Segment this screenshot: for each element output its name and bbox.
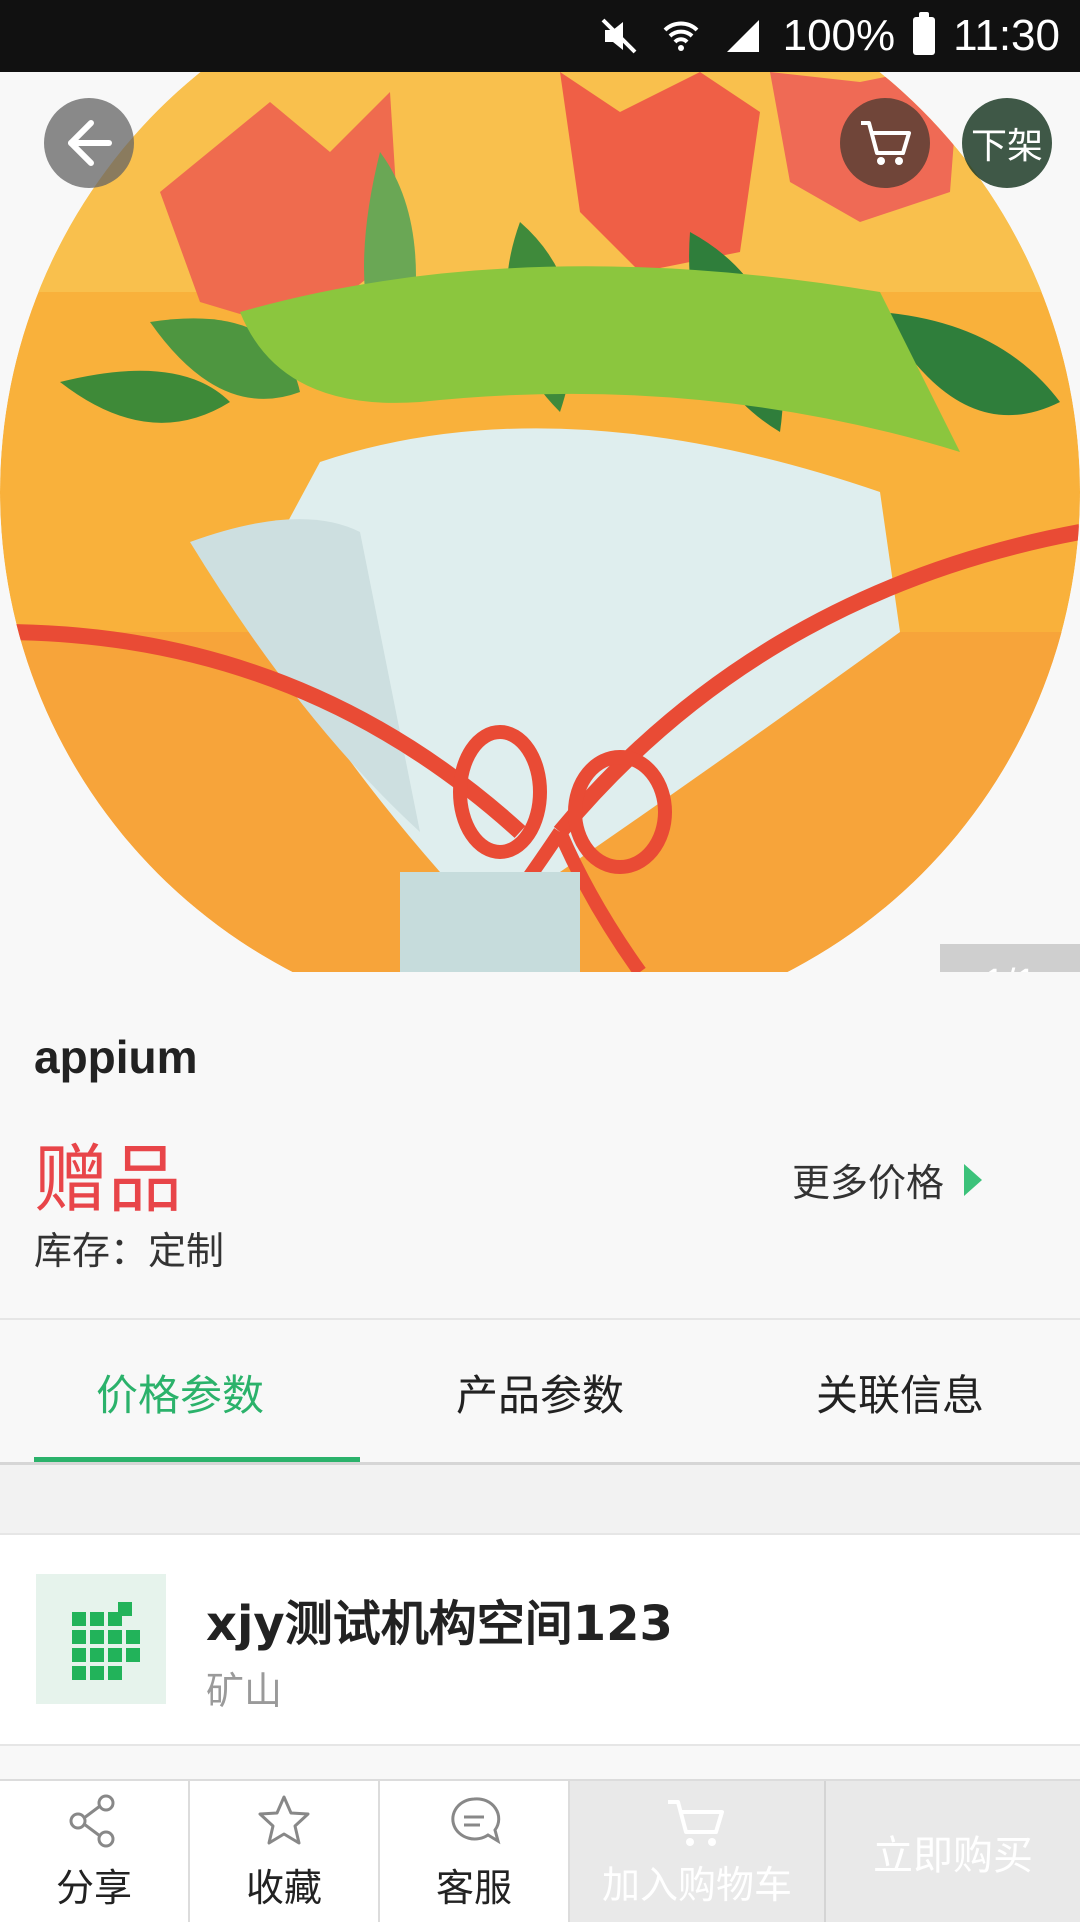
share-label: 分享: [55, 1866, 132, 1910]
wifi-icon: [659, 14, 703, 58]
product-price: 赠品: [34, 1137, 182, 1223]
arrow-left-icon: [68, 120, 112, 166]
customer-service-label: 客服: [435, 1866, 512, 1910]
favorite-button[interactable]: 收藏: [190, 1781, 378, 1922]
organization-location: 矿山: [206, 1669, 283, 1713]
tab-related-info[interactable]: 关联信息: [720, 1320, 1080, 1464]
chevron-right-icon: [964, 1163, 983, 1196]
chat-icon: [451, 1797, 501, 1845]
cart-icon: [861, 121, 911, 165]
back-button[interactable]: [44, 98, 134, 188]
cart-button[interactable]: [840, 98, 930, 188]
customer-service-button[interactable]: 客服: [380, 1781, 568, 1922]
clock: 11:30: [953, 11, 1060, 60]
battery-icon: [913, 12, 936, 55]
image-pager: 1/1: [940, 944, 1080, 972]
more-price-label: 更多价格: [792, 1161, 945, 1205]
product-name: appium: [34, 1031, 198, 1083]
share-button[interactable]: 分享: [0, 1781, 188, 1922]
organization-name: xjy测试机构空间123: [206, 1596, 673, 1652]
bottom-action-bar: 分享 收藏 客服 加入购物车 立即购买: [0, 1779, 1080, 1922]
cart-icon: [668, 1800, 724, 1846]
status-bar-right: 100% 11:30: [597, 0, 1060, 72]
favorite-label: 收藏: [245, 1866, 322, 1910]
tab-bar: 价格参数 产品参数 关联信息: [0, 1320, 1080, 1464]
stock-info: 库存：定制: [34, 1229, 225, 1273]
buy-now-button[interactable]: 立即购买: [826, 1781, 1080, 1922]
battery-percent: 100%: [782, 11, 896, 60]
tab-price-params[interactable]: 价格参数: [0, 1320, 360, 1464]
add-to-cart-label: 加入购物车: [601, 1863, 792, 1907]
signal-icon: [721, 14, 765, 58]
mute-icon: [597, 14, 641, 58]
add-to-cart-button[interactable]: 加入购物车: [570, 1781, 824, 1922]
grid-icon: [72, 1602, 140, 1680]
divider: [0, 1744, 1080, 1746]
more-price-link[interactable]: 更多价格: [792, 1152, 983, 1207]
tab-product-params[interactable]: 产品参数: [360, 1320, 720, 1464]
share-icon: [69, 1794, 115, 1848]
off-shelf-button[interactable]: 下架: [962, 98, 1052, 188]
star-icon: [258, 1795, 310, 1845]
organization-logo: [36, 1574, 166, 1704]
product-image-carousel[interactable]: 1/1: [0, 72, 1080, 972]
section-gap: [0, 1465, 1080, 1533]
status-bar: 100% 11:30: [0, 0, 1080, 72]
flower-bouquet-image: [0, 72, 1080, 972]
